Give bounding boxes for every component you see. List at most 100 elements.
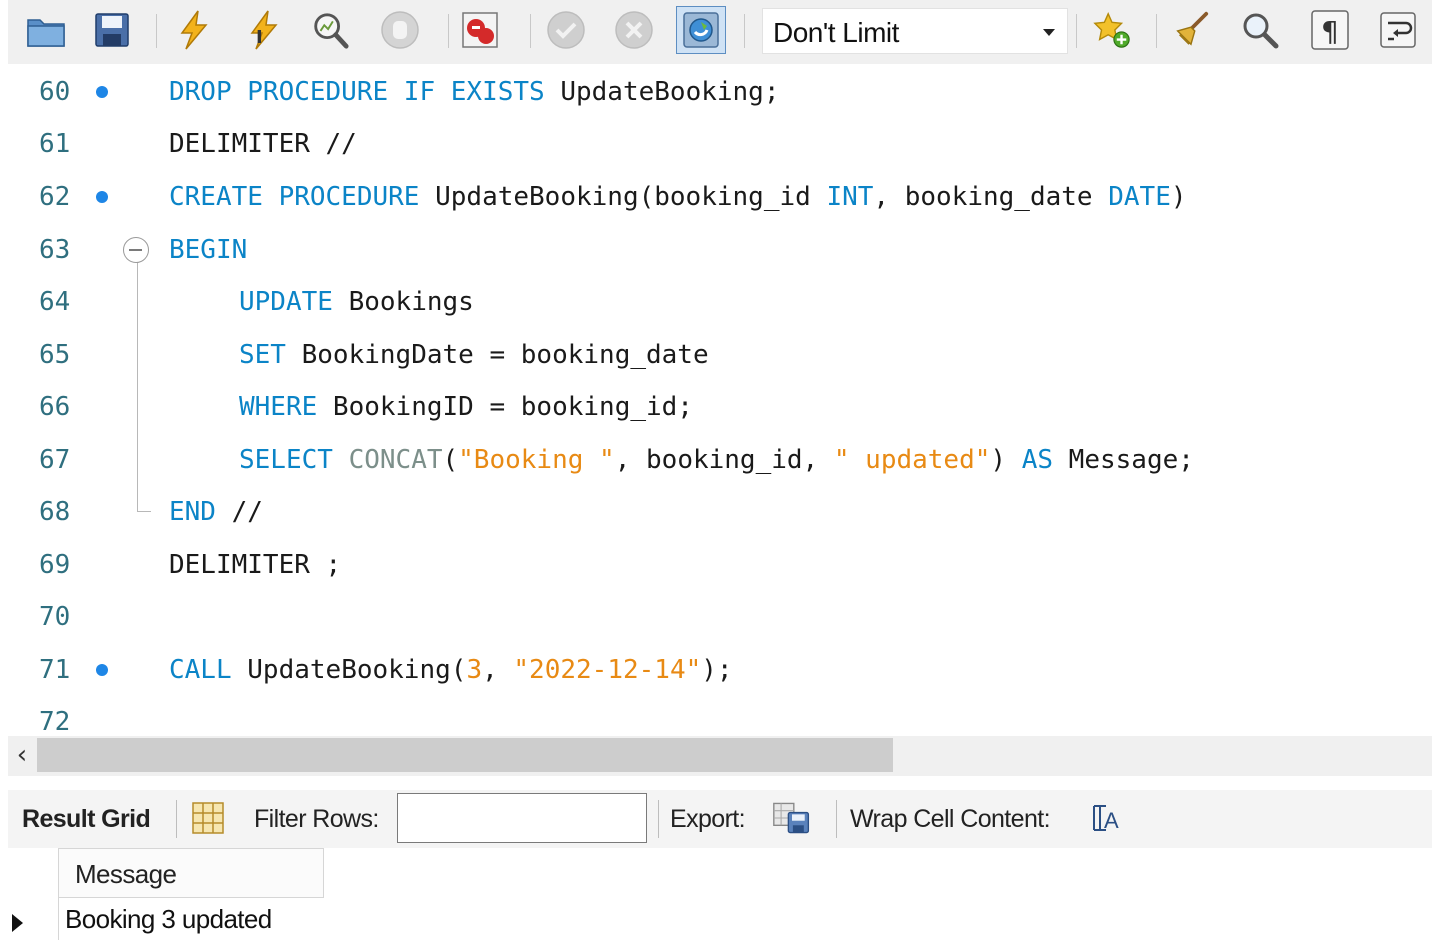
- code-line-71: 71 CALL UpdateBooking(3, "2022-12-14");: [8, 644, 1432, 696]
- scroll-left-arrow-icon[interactable]: ‹: [8, 738, 36, 772]
- code-line-63: 63 BEGIN: [8, 224, 1432, 276]
- line-number: 61: [39, 129, 71, 159]
- code-token: BookingID = booking_id;: [317, 392, 693, 422]
- code-line-65: 65 SET BookingDate = booking_date: [8, 329, 1432, 381]
- invisible-characters-pilcrow-icon[interactable]: ¶: [1310, 10, 1350, 50]
- chevron-down-icon: [1043, 29, 1055, 36]
- code-token: Bookings: [332, 287, 474, 317]
- result-grid: Message Booking 3 updated: [8, 848, 1432, 940]
- line-number: 72: [39, 707, 71, 736]
- horizontal-scrollbar[interactable]: ‹: [8, 736, 1432, 776]
- filter-rows-input[interactable]: [397, 793, 647, 843]
- code-token: SELECT: [239, 445, 333, 475]
- line-number: 62: [39, 182, 71, 212]
- column-header-label: Message: [75, 859, 177, 889]
- code-line-69: 69 DELIMITER ;: [8, 539, 1432, 591]
- code-token: );: [701, 655, 733, 685]
- code-token: ): [1170, 182, 1187, 212]
- commit-check-icon[interactable]: [546, 10, 586, 50]
- line-number: 65: [39, 340, 71, 370]
- stop-hand-icon[interactable]: [380, 10, 420, 50]
- code-token: , booking_id,: [614, 445, 834, 475]
- code-token: DELIMITER ;: [169, 550, 342, 580]
- auto-commit-toggle-icon[interactable]: [676, 6, 726, 54]
- code-token: //: [215, 497, 263, 527]
- save-icon[interactable]: [92, 10, 132, 50]
- toggle-error-icon[interactable]: [460, 10, 500, 50]
- code-token: BookingDate = booking_date: [285, 340, 709, 370]
- code-token: Message;: [1053, 445, 1194, 475]
- code-token: ): [990, 445, 1022, 475]
- line-number: 66: [39, 392, 71, 422]
- result-grid-tab[interactable]: Result Grid: [22, 805, 151, 834]
- code-text[interactable]: WHERE BookingID = booking_id;: [239, 381, 693, 433]
- add-snippet-star-icon[interactable]: [1092, 10, 1132, 50]
- code-token: DELIMITER //: [169, 129, 357, 159]
- code-line-60: 60 DROP PROCEDURE IF EXISTS UpdateBookin…: [8, 66, 1432, 118]
- code-text[interactable]: CALL UpdateBooking(3, "2022-12-14");: [169, 644, 733, 696]
- cell-value: Booking 3 updated: [65, 904, 272, 934]
- open-folder-icon[interactable]: [26, 10, 66, 50]
- code-token: "Booking ": [458, 445, 615, 475]
- code-text[interactable]: DELIMITER //: [169, 118, 357, 170]
- code-token: "2022-12-14": [513, 655, 702, 685]
- scrollbar-thumb[interactable]: [37, 738, 893, 772]
- code-token: CONCAT: [348, 445, 443, 475]
- svg-text:A: A: [1104, 808, 1119, 833]
- svg-text:¶: ¶: [1321, 15, 1339, 48]
- code-token: DATE: [1108, 182, 1171, 212]
- statement-marker-dot-icon: [96, 86, 108, 98]
- code-token: , booking_date: [873, 182, 1109, 212]
- statement-marker-dot-icon: [96, 191, 108, 203]
- limit-rows-value: Don't Limit: [773, 17, 899, 48]
- statement-marker-dot-icon: [96, 664, 108, 676]
- code-line-67: 67 SELECT CONCAT("Booking ", booking_id,…: [8, 434, 1432, 486]
- find-magnifier-icon[interactable]: [1240, 10, 1280, 50]
- filter-rows-label: Filter Rows:: [254, 805, 379, 833]
- code-text[interactable]: CREATE PROCEDURE UpdateBooking(booking_i…: [169, 171, 1187, 223]
- svg-text:I: I: [256, 27, 263, 48]
- code-text[interactable]: UPDATE Bookings: [239, 276, 474, 328]
- code-text[interactable]: BEGIN: [169, 224, 247, 276]
- table-row[interactable]: Booking 3 updated: [58, 898, 324, 940]
- code-line-68: 68 END //: [8, 486, 1432, 538]
- explain-magnifier-icon[interactable]: [310, 10, 350, 50]
- grid-view-icon[interactable]: [188, 798, 228, 838]
- code-token: CALL: [169, 655, 232, 685]
- code-text[interactable]: DROP PROCEDURE IF EXISTS UpdateBooking;: [169, 66, 780, 118]
- current-row-arrow-icon: [12, 914, 23, 932]
- line-number: 60: [39, 77, 71, 107]
- beautify-broom-icon[interactable]: [1170, 10, 1210, 50]
- code-line-61: 61 DELIMITER //: [8, 118, 1432, 170]
- code-line-70: 70: [8, 591, 1432, 643]
- code-token: UpdateBooking(booking_id: [419, 182, 827, 212]
- line-number: 71: [39, 655, 71, 685]
- execute-lightning-icon[interactable]: [174, 10, 214, 50]
- wrap-cell-content-icon[interactable]: A: [1086, 798, 1126, 838]
- export-save-icon[interactable]: [772, 798, 812, 838]
- code-token: (: [442, 445, 459, 475]
- word-wrap-icon[interactable]: [1378, 10, 1418, 50]
- code-text[interactable]: SELECT CONCAT("Booking ", booking_id, " …: [239, 434, 1194, 486]
- column-header-message[interactable]: Message: [58, 848, 324, 898]
- code-token: AS: [1021, 445, 1054, 475]
- code-token: INT: [826, 182, 874, 212]
- code-line-62: 62 CREATE PROCEDURE UpdateBooking(bookin…: [8, 171, 1432, 223]
- code-text[interactable]: DELIMITER ;: [169, 539, 341, 591]
- code-token: UpdateBooking;: [544, 77, 780, 107]
- code-token: " updated": [833, 445, 991, 475]
- code-text[interactable]: END //: [169, 486, 263, 538]
- execute-current-statement-icon[interactable]: I: [244, 10, 284, 50]
- code-token: BEGIN: [169, 235, 248, 265]
- sql-code-editor[interactable]: 60 DROP PROCEDURE IF EXISTS UpdateBookin…: [8, 64, 1432, 736]
- code-text[interactable]: SET BookingDate = booking_date: [239, 329, 709, 381]
- line-number: 67: [39, 445, 71, 475]
- code-line-66: 66 WHERE BookingID = booking_id;: [8, 381, 1432, 433]
- rollback-cancel-icon[interactable]: [614, 10, 654, 50]
- code-token: 3: [466, 655, 483, 685]
- code-token: END: [169, 497, 216, 527]
- code-token: SET: [239, 340, 286, 370]
- sql-editor-toolbar: I Don't Limit ¶: [8, 0, 1432, 64]
- limit-rows-select[interactable]: Don't Limit: [762, 8, 1068, 54]
